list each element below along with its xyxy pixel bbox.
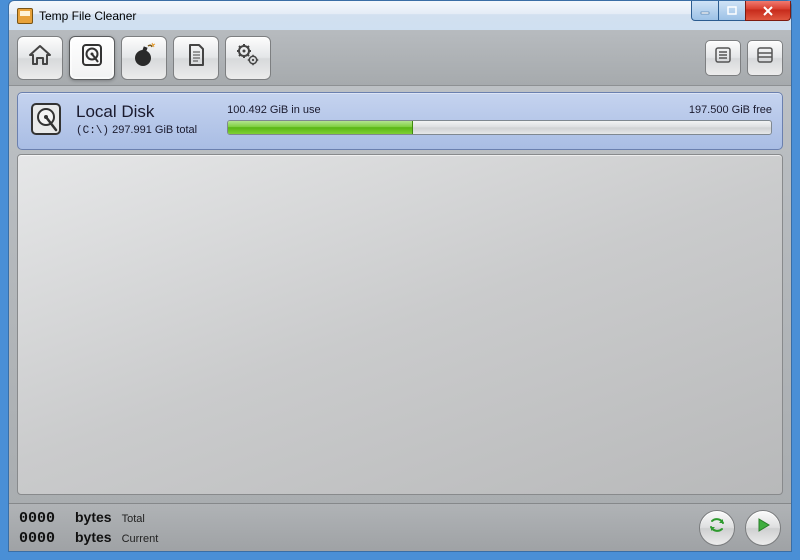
disk-subtitle: (C:\) 297.991 GiB total	[76, 124, 197, 137]
disk-info: Local Disk (C:\) 297.991 GiB total	[76, 102, 197, 137]
refresh-icon	[707, 515, 727, 540]
refresh-button[interactable]	[699, 510, 735, 546]
bomb-icon	[130, 41, 158, 74]
toolbar	[9, 30, 791, 86]
total-bytes-unit: bytes	[75, 509, 112, 525]
disk-button[interactable]	[69, 36, 115, 80]
current-bytes-unit: bytes	[75, 529, 112, 545]
total-bytes-value: 0000	[19, 510, 65, 527]
disk-usage-fill	[228, 121, 413, 134]
results-area	[17, 154, 783, 495]
maximize-button[interactable]	[718, 1, 746, 21]
disk-name: Local Disk	[76, 102, 197, 122]
total-bytes-label: Total	[122, 513, 145, 525]
disk-drive-letter: (C:\)	[76, 125, 109, 137]
view-panel-button[interactable]	[747, 40, 783, 76]
disk-icon	[78, 41, 106, 74]
drive-icon	[26, 99, 66, 139]
play-icon	[754, 516, 772, 539]
status-bar: 0000 bytes Total 0000 bytes Current	[9, 503, 791, 551]
disk-used-label: 100.492 GiB in use	[227, 104, 321, 116]
window-title: Temp File Cleaner	[39, 9, 136, 23]
panel-icon	[755, 45, 775, 70]
minimize-button[interactable]	[691, 1, 719, 21]
report-button[interactable]	[173, 36, 219, 80]
app-icon	[17, 8, 33, 24]
disk-usage-bar	[227, 120, 772, 135]
client-area: Local Disk (C:\) 297.991 GiB total 100.4…	[8, 30, 792, 552]
current-bytes-value: 0000	[19, 530, 65, 547]
list-icon	[713, 45, 733, 70]
window-controls	[692, 1, 791, 21]
view-list-button[interactable]	[705, 40, 741, 76]
counters: 0000 bytes Total 0000 bytes Current	[19, 509, 158, 547]
home-button[interactable]	[17, 36, 63, 80]
home-icon	[26, 41, 54, 74]
disk-free-label: 197.500 GiB free	[689, 104, 772, 116]
bomb-button[interactable]	[121, 36, 167, 80]
play-button[interactable]	[745, 510, 781, 546]
settings-button[interactable]	[225, 36, 271, 80]
current-bytes-label: Current	[122, 533, 159, 545]
disk-row[interactable]: Local Disk (C:\) 297.991 GiB total 100.4…	[17, 92, 783, 150]
document-icon	[182, 41, 210, 74]
gears-icon	[234, 41, 262, 74]
close-button[interactable]	[745, 1, 791, 21]
disk-total: 297.991 GiB total	[112, 124, 197, 136]
disk-usage: 100.492 GiB in use 197.500 GiB free	[207, 104, 772, 135]
titlebar[interactable]: Temp File Cleaner	[8, 0, 792, 30]
